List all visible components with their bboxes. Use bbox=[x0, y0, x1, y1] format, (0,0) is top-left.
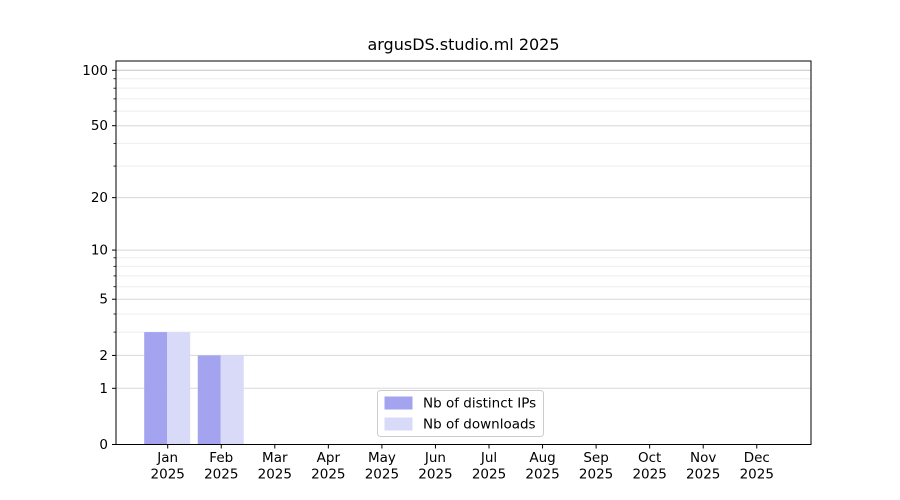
legend-label: Nb of downloads bbox=[423, 417, 536, 433]
x-tick-label-year: 2025 bbox=[365, 467, 399, 483]
y-tick-label: 2 bbox=[99, 348, 108, 364]
bar-downloads bbox=[167, 332, 190, 444]
bar-chart-canvas: 0125102050100Jan2025Feb2025Mar2025Apr202… bbox=[0, 0, 900, 500]
x-tick-label-month: May bbox=[368, 450, 396, 466]
x-tick-label-year: 2025 bbox=[472, 467, 506, 483]
bar-downloads bbox=[221, 355, 244, 444]
x-tick-label-year: 2025 bbox=[204, 467, 238, 483]
x-tick-label-year: 2025 bbox=[525, 467, 559, 483]
x-tick-label-year: 2025 bbox=[579, 467, 613, 483]
x-tick-label-month: Jul bbox=[480, 450, 497, 466]
x-tick-label-year: 2025 bbox=[151, 467, 185, 483]
y-tick-label: 5 bbox=[99, 292, 108, 308]
x-tick-label-month: Mar bbox=[262, 450, 288, 466]
x-tick-label-month: Oct bbox=[638, 450, 661, 466]
x-tick-label-month: Nov bbox=[690, 450, 716, 466]
legend-swatch bbox=[385, 397, 413, 410]
legend-label: Nb of distinct IPs bbox=[423, 396, 536, 412]
x-tick-label-month: Jun bbox=[424, 450, 446, 466]
chart-figure: argusDS.studio.ml 2025 0125102050100Jan2… bbox=[0, 0, 900, 500]
y-tick-label: 1 bbox=[99, 381, 108, 397]
x-tick-label-year: 2025 bbox=[740, 467, 774, 483]
x-tick-label-month: Feb bbox=[209, 450, 233, 466]
x-tick-label-month: Dec bbox=[744, 450, 770, 466]
bar-distinct-ips bbox=[144, 332, 167, 444]
x-tick-label-month: Sep bbox=[583, 450, 608, 466]
y-tick-label: 10 bbox=[91, 243, 108, 259]
x-tick-label-year: 2025 bbox=[311, 467, 345, 483]
x-tick-label-month: Aug bbox=[529, 450, 555, 466]
x-tick-label-month: Jan bbox=[156, 450, 178, 466]
x-tick-label-year: 2025 bbox=[418, 467, 452, 483]
x-tick-label-year: 2025 bbox=[686, 467, 720, 483]
x-tick-label-year: 2025 bbox=[258, 467, 292, 483]
x-tick-label-month: Apr bbox=[317, 450, 341, 466]
y-tick-label: 0 bbox=[99, 437, 108, 453]
bar-distinct-ips bbox=[198, 355, 221, 444]
legend-swatch bbox=[385, 418, 413, 431]
y-tick-label: 100 bbox=[82, 63, 108, 79]
y-tick-label: 50 bbox=[91, 118, 108, 134]
y-tick-label: 20 bbox=[91, 190, 108, 206]
x-tick-label-year: 2025 bbox=[632, 467, 666, 483]
